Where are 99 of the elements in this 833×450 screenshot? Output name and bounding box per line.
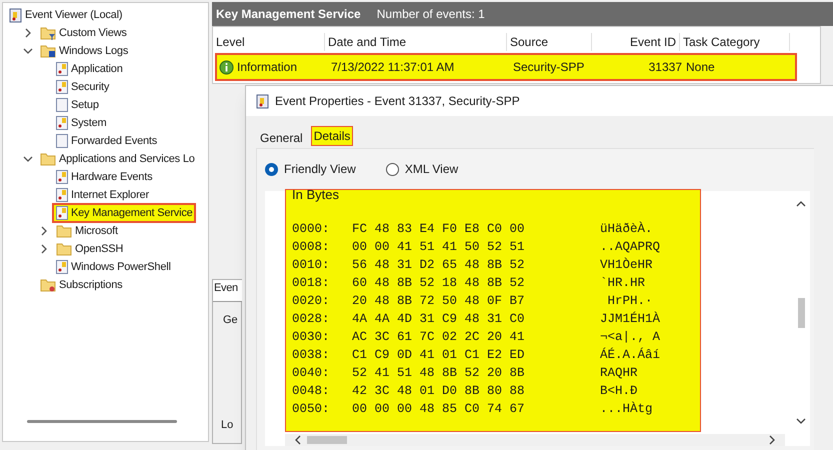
dialog-title: Event Properties - Event 31337, Security-SPP xyxy=(275,93,520,110)
tab[interactable]: General xyxy=(258,128,305,148)
log-icon xyxy=(56,206,68,220)
data-heading: In Bytes xyxy=(292,190,340,202)
tree-item[interactable]: Forwarded Events xyxy=(52,131,158,151)
table-row[interactable]: Information 7/13/2022 11:37:01 AM Security-SPP 31337 None xyxy=(215,53,797,81)
log-title: Key Management Service xyxy=(216,6,361,23)
table-cell-text: 7/13/2022 11:37:01 AM xyxy=(331,59,454,76)
hex-bytes: 60 48 8B 52 18 48 8B 52 xyxy=(352,275,526,292)
info-icon xyxy=(219,60,234,74)
log-icon xyxy=(56,260,68,274)
tab[interactable]: Details xyxy=(310,126,354,146)
folder-icon xyxy=(40,26,56,40)
radio-button[interactable] xyxy=(265,162,278,176)
hex-offset: 0050: xyxy=(292,401,331,418)
hex-offset: 0028: xyxy=(292,311,331,328)
ascii-text: JJM1ÉH1À xyxy=(600,310,660,328)
hex-offset: 0010: xyxy=(292,257,331,274)
hex-bytes: C1 C9 0D 41 01 C1 E2 ED xyxy=(352,347,526,364)
column-header[interactable]: Task Category xyxy=(680,33,790,51)
event-viewer-icon xyxy=(9,8,22,22)
hex-bytes: 52 41 51 48 8B 52 20 8B xyxy=(352,365,526,382)
log-icon xyxy=(56,98,68,112)
hex-bytes: 20 48 8B 72 50 48 0F B7 xyxy=(352,293,526,310)
ascii-text: ...HÀtg xyxy=(600,400,653,418)
ascii-text: üHäðèÀ. xyxy=(600,220,653,238)
tree-item[interactable]: Windows Logs xyxy=(36,41,130,61)
radio-option[interactable]: XML View xyxy=(386,160,458,178)
column-header[interactable]: Date and Time xyxy=(325,33,507,51)
ascii-text: RAQHR xyxy=(600,365,638,382)
hex-bytes: 42 3C 48 01 D0 8B 80 88 xyxy=(352,383,526,400)
hex-bytes: 00 00 00 48 85 C0 74 67 xyxy=(352,401,526,418)
column-header[interactable]: Source xyxy=(507,33,592,51)
lower-pane-tab[interactable]: Even xyxy=(213,280,242,302)
log-icon xyxy=(56,62,68,76)
hex-bytes: 00 00 41 51 41 50 52 51 xyxy=(352,239,526,256)
event-count: Number of events: 1 xyxy=(376,6,485,23)
event-viewer-icon xyxy=(256,94,269,108)
lower-pane-label: Lo xyxy=(221,418,234,432)
log-icon xyxy=(56,170,68,184)
ascii-text: B<H.Ð xyxy=(600,383,638,400)
lower-pane-subtab[interactable]: Ge xyxy=(223,312,241,328)
ascii-text: ¬<a|., A xyxy=(600,329,660,346)
folder-icon xyxy=(56,242,72,256)
tree-item[interactable]: Event Viewer (Local) xyxy=(5,5,124,25)
folder-icon xyxy=(40,152,56,166)
ascii-text: ..AQAPRQ xyxy=(600,239,660,256)
hex-offset: 0008: xyxy=(292,239,331,256)
log-icon xyxy=(56,188,68,202)
log-icon xyxy=(56,80,68,94)
tree-item[interactable]: Microsoft xyxy=(52,221,119,241)
ascii-text: VH1ÒeHR xyxy=(600,256,653,274)
hex-bytes: 4A 4A 4D 31 C9 48 31 C0 xyxy=(352,311,526,328)
hex-offset: 0018: xyxy=(292,275,331,292)
ascii-text: HrPH.· xyxy=(606,293,653,310)
log-icon xyxy=(56,116,68,130)
hex-bytes: FC 48 83 E4 F0 E8 C0 00 xyxy=(352,221,526,238)
tree-item[interactable]: Custom Views xyxy=(36,23,128,43)
tree-item[interactable]: OpenSSH xyxy=(52,239,124,259)
tree-item[interactable]: Applications and Services Lo xyxy=(36,149,196,169)
tree-item[interactable]: Subscriptions xyxy=(36,275,124,295)
ascii-text: ÁÉ.A.Áâí xyxy=(600,346,660,364)
scrollbar-thumb[interactable] xyxy=(307,436,347,444)
radio-option[interactable]: Friendly View xyxy=(265,160,356,178)
table-cell-text: 31337 xyxy=(648,59,682,76)
hex-offset: 0000: xyxy=(292,221,331,238)
ascii-text: `HR.HR xyxy=(600,275,646,292)
hex-offset: 0048: xyxy=(292,383,331,400)
scroll-down-icon[interactable] xyxy=(796,418,806,424)
scroll-right-icon[interactable] xyxy=(769,435,775,445)
folder-icon xyxy=(40,44,56,58)
table-cell-text: Information xyxy=(237,59,298,76)
hex-offset: 0038: xyxy=(292,347,331,364)
scroll-left-icon[interactable] xyxy=(295,435,301,445)
tree-item[interactable]: Windows PowerShell xyxy=(52,257,172,277)
hex-offset: 0020: xyxy=(292,293,331,310)
hex-bytes: AC 3C 61 7C 02 2C 20 41 xyxy=(352,329,526,346)
hex-offset: 0040: xyxy=(292,365,331,382)
tree-item[interactable]: Hardware Events xyxy=(52,167,154,187)
table-cell-text: Security-SPP xyxy=(513,59,584,76)
tree-item[interactable]: System xyxy=(52,113,108,133)
hex-bytes: 56 48 31 D2 65 48 8B 52 xyxy=(352,257,526,274)
folder-icon xyxy=(40,278,56,292)
tree-item[interactable]: Security xyxy=(52,77,110,97)
tree-item[interactable]: Application xyxy=(52,59,124,79)
tree-item[interactable]: Key Management Service xyxy=(52,203,196,223)
log-icon xyxy=(56,134,68,148)
tree-item[interactable]: Internet Explorer xyxy=(52,185,150,205)
chevron-down-icon[interactable] xyxy=(21,154,35,164)
column-header[interactable]: Level xyxy=(213,33,325,51)
scrollbar-thumb[interactable] xyxy=(27,420,177,423)
hex-offset: 0030: xyxy=(292,329,331,346)
tree-item[interactable]: Setup xyxy=(52,95,100,115)
scroll-up-icon[interactable] xyxy=(796,201,806,207)
chevron-down-icon[interactable] xyxy=(21,46,35,56)
scrollbar-thumb[interactable] xyxy=(798,298,804,328)
column-header[interactable]: Event ID xyxy=(592,33,680,51)
table-cell-text: None xyxy=(686,59,715,76)
radio-button[interactable] xyxy=(386,162,399,176)
